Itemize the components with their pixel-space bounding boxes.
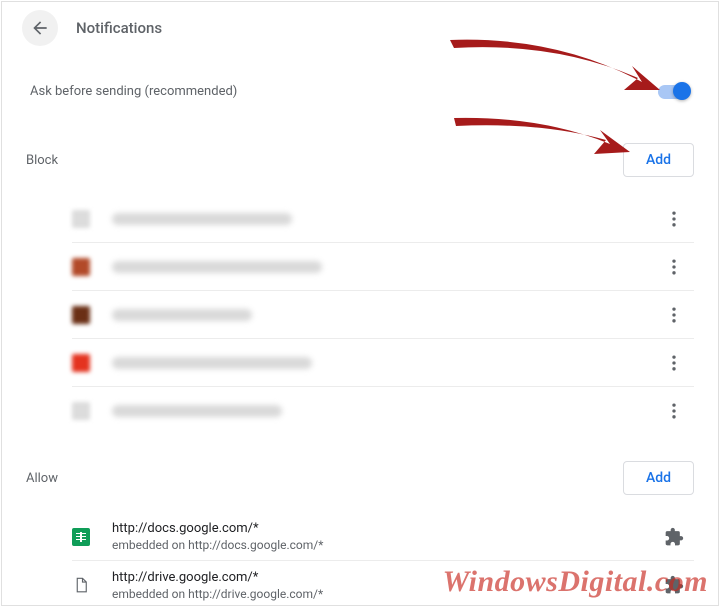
extension-icon — [664, 527, 684, 547]
site-extension-indicator[interactable] — [654, 575, 694, 595]
site-url: http://docs.google.com/* — [112, 521, 654, 536]
more-vert-icon — [664, 401, 684, 421]
site-url-redacted — [112, 213, 292, 225]
site-url: http://drive.google.com/* — [112, 570, 654, 585]
site-extension-indicator[interactable] — [654, 527, 694, 547]
ask-toggle[interactable] — [658, 85, 688, 99]
site-options-button[interactable] — [654, 305, 694, 325]
extension-icon — [664, 575, 684, 595]
file-icon — [72, 576, 90, 594]
site-favicon — [72, 402, 90, 420]
site-embed-note: embedded on http://drive.google.com/* — [112, 587, 654, 601]
page-title: Notifications — [76, 19, 162, 37]
blocked-site-row — [72, 243, 694, 291]
site-favicon — [72, 258, 90, 276]
blocked-site-row — [72, 387, 694, 435]
block-section-label: Block — [26, 153, 58, 168]
site-url-redacted — [112, 357, 312, 369]
ask-before-sending-label: Ask before sending (recommended) — [30, 84, 237, 99]
site-options-button[interactable] — [654, 401, 694, 421]
ask-before-sending-row[interactable]: Ask before sending (recommended) — [26, 84, 694, 99]
more-vert-icon — [664, 257, 684, 277]
more-vert-icon — [664, 353, 684, 373]
more-vert-icon — [664, 305, 684, 325]
block-add-button[interactable]: Add — [623, 143, 694, 177]
site-options-button[interactable] — [654, 257, 694, 277]
allow-add-button[interactable]: Add — [623, 461, 694, 495]
allowed-site-row: http://drive.google.com/* embedded on htt… — [72, 561, 694, 606]
allowed-site-row: http://docs.google.com/* embedded on http… — [72, 513, 694, 561]
site-url-redacted — [112, 261, 322, 273]
site-options-button[interactable] — [654, 209, 694, 229]
site-favicon — [72, 576, 90, 594]
blocked-site-row — [72, 195, 694, 243]
site-favicon — [72, 210, 90, 228]
site-options-button[interactable] — [654, 353, 694, 373]
site-favicon — [72, 306, 90, 324]
back-button[interactable] — [22, 10, 58, 46]
more-vert-icon — [664, 209, 684, 229]
site-favicon — [72, 528, 90, 546]
site-embed-note: embedded on http://docs.google.com/* — [112, 538, 654, 552]
allow-section-label: Allow — [26, 471, 58, 486]
site-favicon — [72, 354, 90, 372]
blocked-site-row — [72, 339, 694, 387]
site-url-redacted — [112, 405, 282, 417]
site-url-redacted — [112, 309, 252, 321]
blocked-site-row — [72, 291, 694, 339]
arrow-left-icon — [30, 18, 50, 38]
